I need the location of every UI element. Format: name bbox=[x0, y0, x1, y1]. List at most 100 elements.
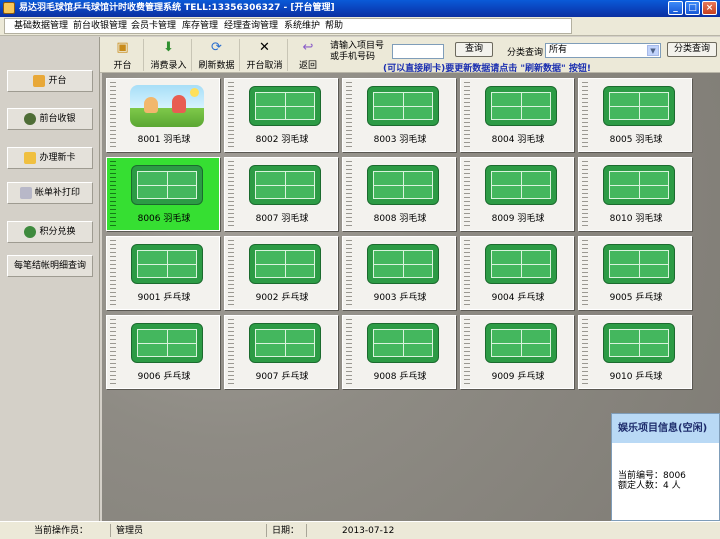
venue-tile[interactable]: 9009 乒乓球 bbox=[460, 315, 574, 389]
sidebar-reprint-bill[interactable]: 帐单补打印 bbox=[7, 182, 93, 204]
menu-help[interactable]: 帮助 bbox=[325, 20, 343, 32]
consume-entry-button[interactable]: ⬇ 消费录入 bbox=[146, 39, 192, 71]
court-icon bbox=[367, 165, 439, 205]
sidebar-label: 积分兑换 bbox=[39, 227, 76, 237]
court-icon bbox=[603, 323, 675, 363]
open-table-button[interactable]: ▣ 开台 bbox=[102, 39, 144, 71]
venue-tile-label: 9006 乒乓球 bbox=[137, 372, 191, 382]
sidebar-checkout-details[interactable]: 每笔结帐明细查询 bbox=[7, 255, 93, 277]
category-select[interactable]: 所有 ▼ bbox=[545, 43, 661, 58]
venue-tile[interactable]: 8002 羽毛球 bbox=[224, 78, 338, 152]
sidebar: 开台 前台收银 办理新卡 帐单补打印 积分兑换 每笔结帐明细查询 bbox=[0, 37, 100, 521]
venue-tile[interactable]: 9007 乒乓球 bbox=[224, 315, 338, 389]
sidebar-label: 办理新卡 bbox=[39, 153, 76, 163]
title-bar: 易达羽毛球馆乒乓球馆计时收费管理系统 TELL:13356306327 - [开… bbox=[0, 0, 720, 17]
cancel-open-button[interactable]: ✕ 开台取消 bbox=[242, 39, 288, 71]
venue-tile-label: 9002 乒乓球 bbox=[255, 293, 309, 303]
close-button[interactable]: × bbox=[702, 1, 717, 15]
return-button[interactable]: ↩ 返回 bbox=[290, 39, 326, 71]
venue-tile[interactable]: 8008 羽毛球 bbox=[342, 157, 456, 231]
cancel-open-label: 开台取消 bbox=[246, 61, 283, 71]
money-bag-icon bbox=[24, 112, 37, 125]
menu-container: 基础数据管理 前台收银管理 会员卡管理 库存管理 经理查询管理 系统维护 帮助 bbox=[4, 18, 572, 34]
venue-tile-label: 9009 乒乓球 bbox=[491, 372, 545, 382]
venue-tile[interactable]: 8005 羽毛球 bbox=[578, 78, 692, 152]
court-icon bbox=[603, 86, 675, 126]
court-icon bbox=[249, 165, 321, 205]
operator-value: 管理员 bbox=[116, 526, 144, 536]
operator-label: 当前操作员： bbox=[34, 526, 89, 536]
menu-bar: 基础数据管理 前台收银管理 会员卡管理 库存管理 经理查询管理 系统维护 帮助 bbox=[0, 17, 720, 36]
venue-tile[interactable]: 8009 羽毛球 bbox=[460, 157, 574, 231]
venue-tile[interactable]: 9002 乒乓球 bbox=[224, 236, 338, 310]
toolbar: ▣ 开台 ⬇ 消费录入 ⟳ 刷新数据 ✕ 开台取消 ↩ 返回 请输入项目号 或手… bbox=[100, 37, 720, 74]
menu-system[interactable]: 系统维护 bbox=[284, 20, 320, 32]
court-icon bbox=[485, 165, 557, 205]
court-icon bbox=[485, 244, 557, 284]
venue-tile[interactable]: 9006 乒乓球 bbox=[106, 315, 220, 389]
venue-tile[interactable]: 9003 乒乓球 bbox=[342, 236, 456, 310]
menu-member-card[interactable]: 会员卡管理 bbox=[131, 20, 176, 32]
return-label: 返回 bbox=[298, 61, 317, 71]
venue-tile[interactable]: 9008 乒乓球 bbox=[342, 315, 456, 389]
cancel-icon: ✕ bbox=[259, 40, 270, 55]
venue-tile-label: 9008 乒乓球 bbox=[373, 372, 427, 382]
venue-tile-label: 8003 羽毛球 bbox=[373, 135, 427, 145]
venue-tile[interactable]: 8003 羽毛球 bbox=[342, 78, 456, 152]
court-icon bbox=[367, 323, 439, 363]
kids-badminton-image bbox=[130, 85, 204, 127]
search-label: 请输入项目号 或手机号码 bbox=[330, 41, 385, 62]
venue-tile[interactable]: 8006 羽毛球 bbox=[106, 157, 220, 231]
sidebar-points-redeem[interactable]: 积分兑换 bbox=[7, 221, 93, 243]
venue-tile-label: 8008 羽毛球 bbox=[373, 214, 427, 224]
date-value: 2013-07-12 bbox=[342, 526, 395, 536]
chevron-down-icon[interactable]: ▼ bbox=[647, 45, 659, 56]
venue-tile-label: 9004 乒乓球 bbox=[491, 293, 545, 303]
sidebar-front-cashier[interactable]: 前台收银 bbox=[7, 108, 93, 130]
menu-front-cashier[interactable]: 前台收银管理 bbox=[73, 20, 127, 32]
sidebar-new-card[interactable]: 办理新卡 bbox=[7, 147, 93, 169]
venue-tile[interactable]: 8001 羽毛球 bbox=[106, 78, 220, 152]
court-icon bbox=[367, 244, 439, 284]
search-input[interactable] bbox=[392, 44, 444, 59]
venue-tile-label: 9001 乒乓球 bbox=[137, 293, 191, 303]
sidebar-open-table[interactable]: 开台 bbox=[7, 70, 93, 92]
venue-tile-label: 8010 羽毛球 bbox=[609, 214, 663, 224]
window-title: 易达羽毛球馆乒乓球馆计时收费管理系统 TELL:13356306327 - [开… bbox=[19, 3, 335, 13]
venue-tile-label: 8005 羽毛球 bbox=[609, 135, 663, 145]
court-icon bbox=[603, 244, 675, 284]
sidebar-label: 前台收银 bbox=[39, 114, 76, 124]
status-bar: 当前操作员： 管理员 日期： 2013-07-12 bbox=[0, 521, 720, 539]
category-query-button[interactable]: 分类查询 bbox=[667, 42, 717, 57]
court-icon bbox=[131, 323, 203, 363]
venue-tile[interactable]: 9010 乒乓球 bbox=[578, 315, 692, 389]
return-icon: ↩ bbox=[302, 40, 314, 55]
menu-inventory[interactable]: 库存管理 bbox=[182, 20, 218, 32]
venue-tile[interactable]: 9004 乒乓球 bbox=[460, 236, 574, 310]
printer-icon bbox=[19, 186, 32, 199]
hand-card-icon bbox=[24, 151, 37, 164]
app-icon bbox=[3, 2, 15, 14]
venue-tile-label: 8007 羽毛球 bbox=[255, 214, 309, 224]
minimize-button[interactable]: _ bbox=[668, 1, 683, 15]
venue-tile[interactable]: 8007 羽毛球 bbox=[224, 157, 338, 231]
category-value: 所有 bbox=[549, 45, 568, 55]
court-icon bbox=[485, 323, 557, 363]
venue-tile[interactable]: 8004 羽毛球 bbox=[460, 78, 574, 152]
venue-tile[interactable]: 8010 羽毛球 bbox=[578, 157, 692, 231]
venue-tile-label: 8006 羽毛球 bbox=[137, 214, 191, 224]
maximize-button[interactable]: □ bbox=[685, 1, 700, 15]
menu-basic-data[interactable]: 基础数据管理 bbox=[14, 20, 68, 32]
date-label: 日期： bbox=[272, 526, 300, 536]
status-divider bbox=[266, 524, 267, 537]
search-button[interactable]: 查询 bbox=[455, 42, 493, 57]
info-capacity: 额定人数：4 人 bbox=[618, 481, 681, 491]
menu-manager-query[interactable]: 经理查询管理 bbox=[224, 20, 278, 32]
venue-tile-label: 8009 羽毛球 bbox=[491, 214, 545, 224]
court-icon bbox=[603, 165, 675, 205]
open-table-icon bbox=[33, 74, 46, 87]
refresh-button[interactable]: ⟳ 刷新数据 bbox=[194, 39, 240, 71]
category-label: 分类查询 bbox=[507, 48, 544, 58]
venue-tile[interactable]: 9001 乒乓球 bbox=[106, 236, 220, 310]
venue-tile[interactable]: 9005 乒乓球 bbox=[578, 236, 692, 310]
